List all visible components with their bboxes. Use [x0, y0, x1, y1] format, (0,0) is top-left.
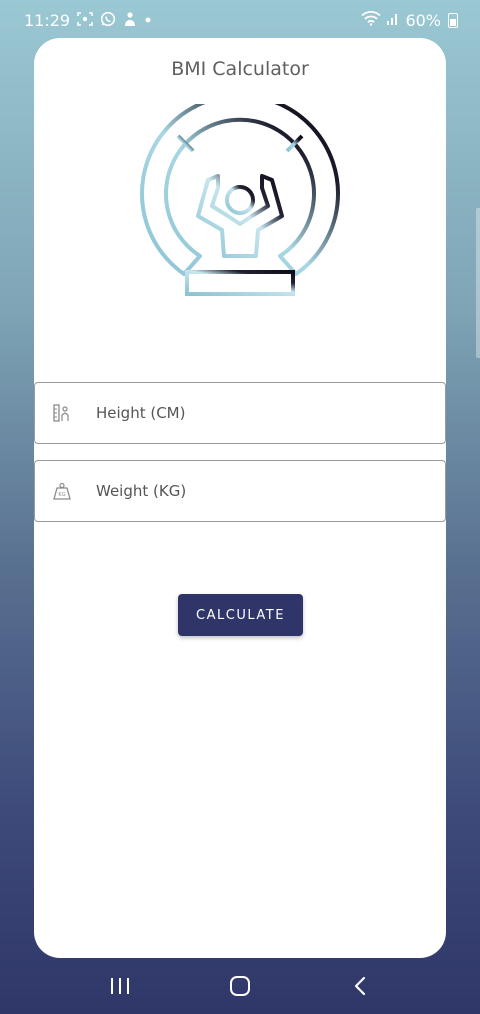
app-title: BMI Calculator: [171, 58, 309, 80]
whatsapp-icon: [100, 11, 116, 30]
calculate-button[interactable]: CALCULATE: [178, 594, 303, 636]
svg-text:KG: KG: [58, 492, 65, 498]
battery-icon: [448, 12, 458, 28]
status-right: 60%: [361, 10, 458, 30]
edge-panel-handle[interactable]: [476, 208, 480, 358]
status-bar: 11:29 60%: [0, 0, 480, 40]
height-input[interactable]: [96, 404, 416, 422]
recent-apps-icon[interactable]: [100, 966, 140, 1006]
screenshot-icon: [77, 11, 93, 29]
wifi-icon: [361, 10, 382, 30]
back-icon[interactable]: [340, 966, 380, 1006]
height-field[interactable]: [34, 382, 446, 444]
dot-icon: [144, 13, 152, 27]
weight-input[interactable]: [96, 482, 416, 500]
signal-icon: [386, 11, 400, 30]
status-left: 11:29: [24, 11, 152, 30]
bmi-logo-icon: [140, 104, 340, 296]
home-icon[interactable]: [220, 966, 260, 1006]
weight-field[interactable]: KG: [34, 460, 446, 522]
battery-level: 60%: [405, 10, 441, 30]
height-ruler-icon: [52, 403, 72, 423]
status-time: 11:29: [24, 10, 71, 30]
navigation-bar: [0, 958, 480, 1014]
weight-scale-icon: KG: [52, 481, 72, 501]
app-notification-icon: [123, 11, 137, 30]
app-card: BMI Calculator Height (CM) KG Weight (KG…: [34, 38, 446, 958]
